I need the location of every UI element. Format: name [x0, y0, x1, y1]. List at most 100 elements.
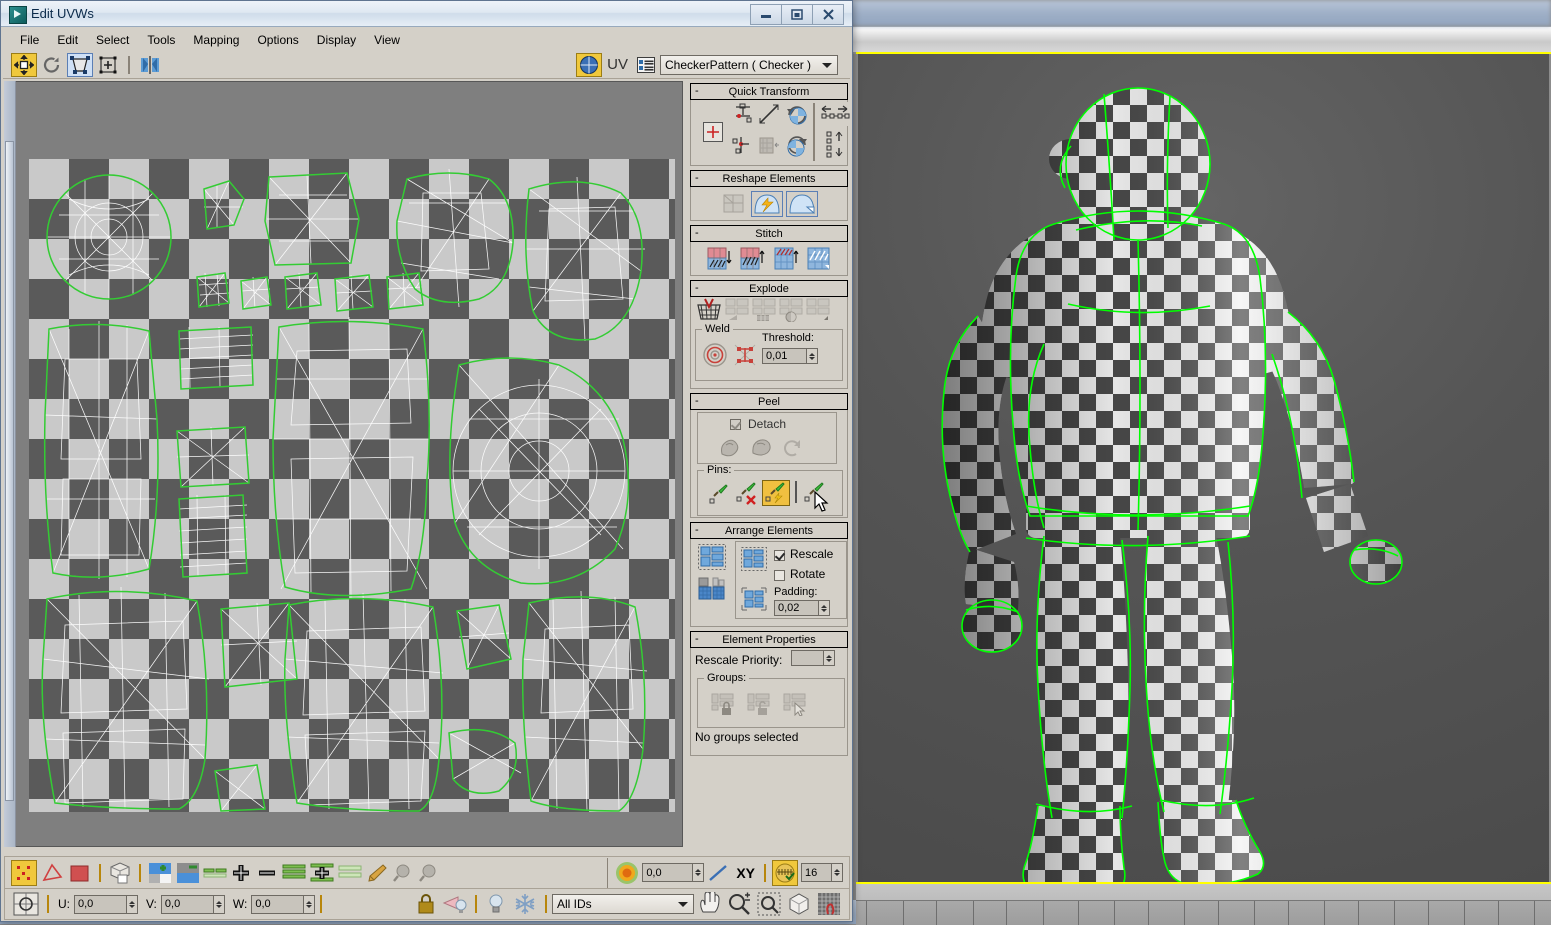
max-track-bar[interactable] — [856, 900, 1551, 925]
align-diagonal-icon[interactable] — [757, 102, 781, 126]
pin-remove-icon[interactable] — [734, 481, 760, 505]
pin-auto-icon[interactable] — [762, 480, 790, 506]
element-icon[interactable] — [107, 860, 133, 886]
stitch-to-target-icon[interactable] — [704, 246, 734, 272]
texture-combo[interactable]: CheckerPattern ( Checker ) — [660, 55, 838, 75]
v-stepper[interactable] — [213, 895, 225, 914]
mirror-icon[interactable] — [137, 53, 163, 77]
rotate-cw-90-icon[interactable] — [783, 134, 811, 158]
straighten-selection-icon[interactable] — [757, 134, 781, 158]
padding-spinner[interactable]: 0,02 — [774, 600, 830, 616]
v-value[interactable]: 0,0 — [161, 895, 213, 914]
weld-selected-icon[interactable] — [732, 342, 758, 368]
v-field[interactable]: 0,0 — [161, 895, 225, 914]
soft-selection-icon[interactable] — [613, 860, 641, 886]
face-icon[interactable] — [67, 860, 93, 886]
grid-size-spinner[interactable]: 16 — [801, 863, 843, 882]
plus-icon[interactable] — [229, 860, 253, 886]
explode-by-smoothing-icon[interactable] — [778, 297, 804, 323]
menu-select[interactable]: Select — [87, 31, 138, 49]
menu-options[interactable]: Options — [248, 31, 307, 49]
detach-checkbox[interactable] — [730, 419, 741, 430]
explode-by-face-icon[interactable] — [805, 297, 831, 323]
filter-faces-icon[interactable] — [441, 891, 469, 917]
group-select-icon[interactable] — [782, 691, 810, 717]
stitch-custom-icon[interactable] — [771, 246, 801, 272]
peel-start-icon[interactable] — [716, 435, 742, 461]
deselect-icon[interactable] — [175, 860, 201, 886]
u-stepper[interactable] — [126, 895, 138, 914]
falloff-spinner[interactable]: 0,0 — [642, 863, 704, 882]
edge-icon[interactable] — [39, 860, 65, 886]
falloff-line-icon[interactable] — [705, 860, 731, 886]
loop-plus-icon[interactable] — [309, 860, 335, 886]
paintbrush-icon[interactable] — [365, 860, 389, 886]
menu-display[interactable]: Display — [308, 31, 365, 49]
space-horizontal-icon[interactable] — [819, 102, 851, 126]
snowflake-icon[interactable] — [511, 891, 539, 917]
pack-rescale-icon[interactable] — [697, 575, 727, 603]
rollout-header-stitch[interactable]: - Stitch — [690, 225, 848, 242]
lightbulb-icon[interactable] — [483, 891, 509, 917]
transform-center-icon[interactable] — [11, 891, 41, 917]
globe-checker-icon[interactable] — [576, 53, 602, 77]
rotate-checkbox[interactable] — [774, 570, 785, 581]
collapse-icon[interactable]: - — [695, 172, 699, 184]
align-pivot-icon[interactable] — [699, 118, 727, 146]
menu-view[interactable]: View — [365, 31, 409, 49]
edge-ring-icon[interactable] — [203, 860, 227, 886]
close-button[interactable] — [813, 4, 844, 25]
collapse-icon[interactable]: - — [695, 633, 699, 645]
quick-peel-icon[interactable] — [751, 191, 783, 217]
texture-list-icon[interactable] — [633, 53, 659, 77]
menu-tools[interactable]: Tools — [138, 31, 184, 49]
magnifier-icon[interactable] — [725, 891, 753, 917]
w-value[interactable]: 0,0 — [251, 895, 303, 914]
w-field[interactable]: 0,0 — [251, 895, 315, 914]
loop-equals-icon[interactable] — [337, 860, 363, 886]
collapse-icon[interactable]: - — [695, 227, 699, 239]
uv-edit-canvas[interactable] — [4, 81, 683, 847]
menu-mapping[interactable]: Mapping — [184, 31, 248, 49]
dialog-titlebar[interactable]: Edit UVWs — [1, 1, 852, 27]
rollout-header-peel[interactable]: - Peel — [690, 393, 848, 410]
rotate-ccw-90-icon[interactable] — [783, 102, 811, 126]
hand-icon[interactable] — [695, 891, 723, 917]
collapse-icon[interactable]: - — [695, 524, 699, 536]
3d-viewport[interactable] — [858, 54, 1549, 882]
group-lock-icon[interactable] — [710, 691, 738, 717]
minimize-button[interactable] — [750, 4, 782, 25]
rotate-icon[interactable] — [39, 53, 65, 77]
pack-normalize-icon[interactable] — [697, 543, 727, 571]
target-weld-icon[interactable] — [702, 342, 728, 368]
restore-button[interactable] — [782, 4, 813, 25]
pin-filter-icon[interactable] — [802, 481, 828, 505]
rescale-checkbox[interactable] — [774, 550, 785, 561]
zoom-region-icon[interactable] — [755, 891, 783, 917]
minus-icon[interactable] — [255, 860, 279, 886]
select-element-icon[interactable] — [147, 860, 173, 886]
break-basket-icon[interactable] — [695, 297, 723, 323]
space-vertical-icon[interactable] — [823, 132, 847, 156]
rollout-header-explode[interactable]: - Explode — [690, 280, 848, 297]
peel-mode-icon[interactable] — [786, 191, 818, 217]
grid-size-stepper[interactable] — [831, 863, 843, 882]
pack-custom-icon[interactable] — [740, 546, 768, 572]
menu-edit[interactable]: Edit — [48, 31, 87, 49]
freeform-icon[interactable] — [95, 53, 121, 77]
weld-threshold-spinner[interactable]: 0,01 — [762, 348, 818, 364]
rescale-priority-spinner[interactable] — [791, 650, 835, 666]
weld-threshold-stepper[interactable] — [806, 348, 818, 364]
paint-grow-icon[interactable] — [391, 860, 415, 886]
rollout-header-arrange-elements[interactable]: - Arrange Elements — [690, 522, 848, 539]
stitch-source-icon[interactable] — [737, 246, 767, 272]
stitch-selected-icon[interactable] — [804, 246, 834, 272]
rollout-header-quick-transform[interactable]: - Quick Transform — [690, 83, 848, 100]
scrollbar-thumb[interactable] — [5, 141, 14, 801]
material-id-combo[interactable]: All IDs — [552, 894, 694, 914]
weld-threshold-value[interactable]: 0,01 — [762, 348, 806, 364]
scale-icon[interactable] — [67, 53, 93, 77]
edge-loop-icon[interactable] — [281, 860, 307, 886]
move-icon[interactable] — [11, 53, 37, 77]
relax-grid-icon[interactable] — [720, 191, 748, 217]
